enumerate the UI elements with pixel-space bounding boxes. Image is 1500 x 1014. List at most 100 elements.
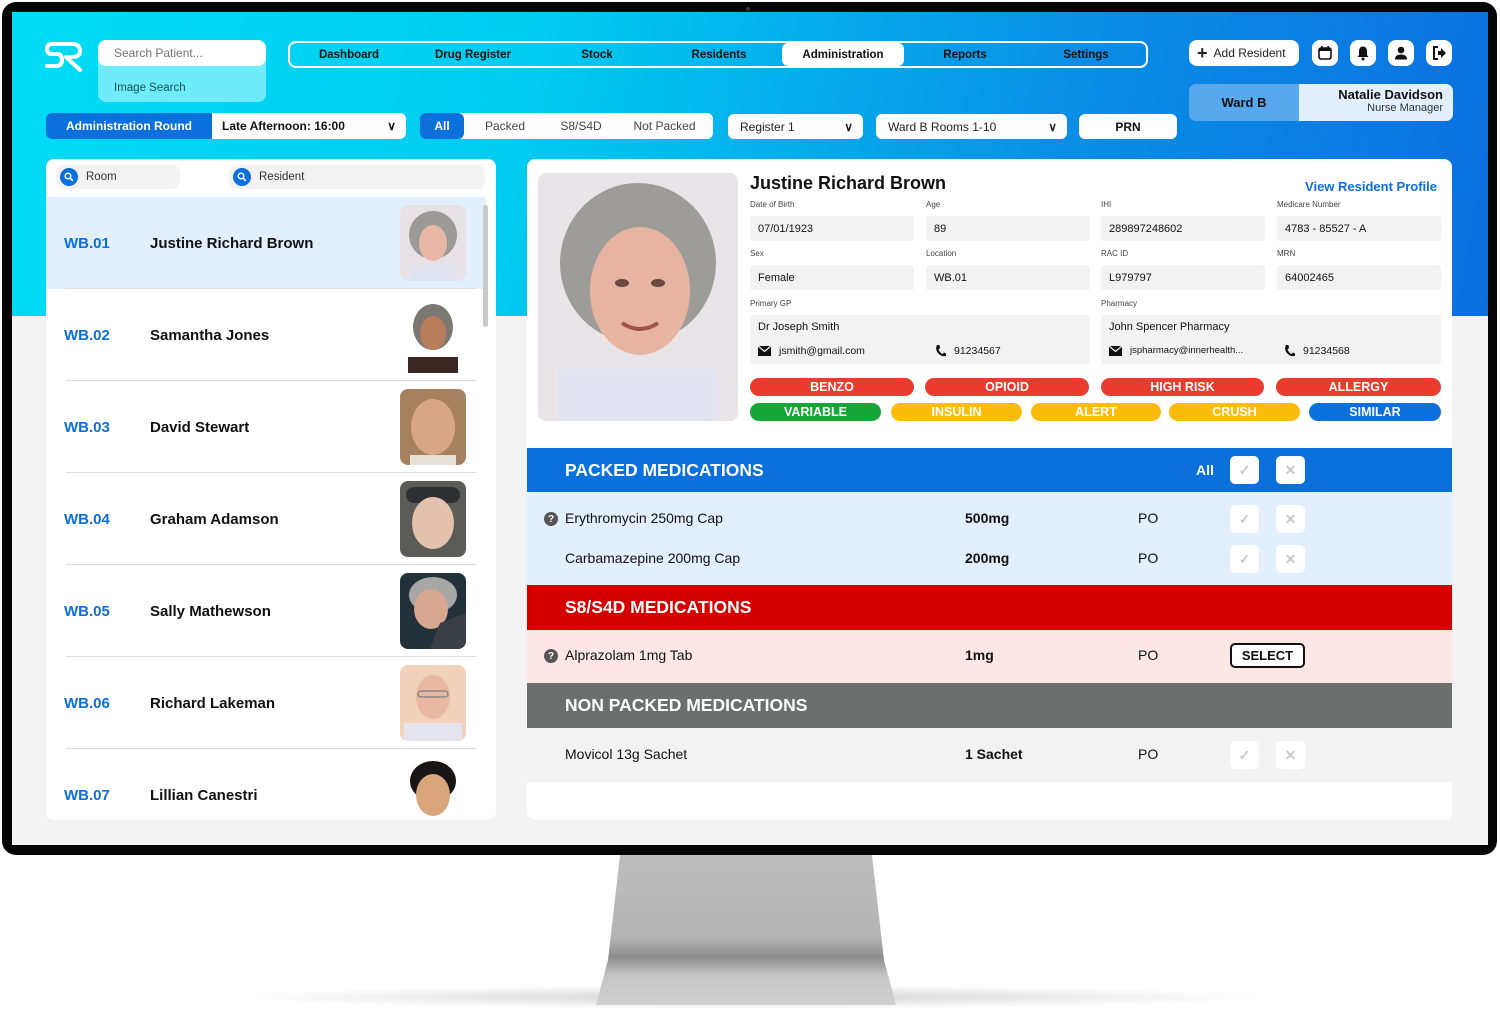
field-label: Sex <box>750 249 764 258</box>
chevron-down-icon: ∨ <box>387 119 396 133</box>
filter-s8-s4d[interactable]: S8/S4D <box>546 113 616 139</box>
filter-not-packed[interactable]: Not Packed <box>616 113 713 139</box>
resident-room: WB.07 <box>64 786 110 804</box>
check-icon: ✓ <box>1238 550 1251 567</box>
round-time-dropdown[interactable]: Late Afternoon: 16:00 ∨ <box>212 113 406 139</box>
nav-stock[interactable]: Stock <box>538 43 656 66</box>
resident-row[interactable]: WB.07 Lillian Canestri <box>46 749 486 820</box>
check-icon: ✓ <box>1238 510 1251 527</box>
resident-name: Lillian Canestri <box>150 786 258 804</box>
location-field: Location WB.01 <box>926 249 1090 290</box>
administration-round-select[interactable]: Administration Round Late Afternoon: 16:… <box>46 113 406 139</box>
resident-room: WB.03 <box>64 418 110 436</box>
medication-name: Movicol 13g Sachet <box>565 746 688 762</box>
nav-administration[interactable]: Administration <box>782 43 904 66</box>
phone-icon <box>936 345 946 357</box>
mrn-field: MRN 64002465 <box>1277 249 1441 290</box>
calendar-button[interactable] <box>1312 40 1338 66</box>
filter-packed[interactable]: Packed <box>464 113 546 139</box>
resident-detail-panel: Justine Richard Brown View Resident Prof… <box>527 159 1452 820</box>
resident-list-panel: Room Resident WB.01 Justine Richard Brow… <box>46 159 496 820</box>
ward-rooms-dropdown[interactable]: Ward B Rooms 1-10 ∨ <box>876 114 1067 139</box>
filter-all[interactable]: All <box>420 113 464 139</box>
tag-opioid: OPIOID <box>925 378 1089 396</box>
medication-dose: 1 Sachet <box>965 746 1023 762</box>
resident-row[interactable]: WB.06 Richard Lakeman <box>46 657 486 749</box>
select-button[interactable]: SELECT <box>1230 643 1305 668</box>
logout-icon <box>1433 46 1446 60</box>
resident-row[interactable]: WB.04 Graham Adamson <box>46 473 486 565</box>
nav-reports[interactable]: Reports <box>904 43 1026 66</box>
administer-button[interactable]: ✓ <box>1230 505 1259 533</box>
logout-button[interactable] <box>1426 40 1452 66</box>
monitor-stand <box>596 855 896 1005</box>
phone-icon <box>1285 345 1295 357</box>
prn-button[interactable]: PRN <box>1079 114 1177 139</box>
resident-name: Graham Adamson <box>150 510 279 528</box>
reject-all-button[interactable]: ✕ <box>1276 456 1305 484</box>
field-value: 4783 - 85527 - A <box>1277 216 1441 241</box>
webcam <box>746 7 750 11</box>
ward-label[interactable]: Ward B <box>1189 84 1299 121</box>
question-icon[interactable]: ? <box>544 649 558 663</box>
add-resident-button[interactable]: + Add Resident <box>1189 40 1299 66</box>
pharmacy-phone[interactable]: 91234568 <box>1284 345 1350 357</box>
resident-search-placeholder: Resident <box>259 171 305 183</box>
pharmacy-email[interactable]: jspharmacy@innerhealth... <box>1109 345 1243 356</box>
register-value: Register 1 <box>740 119 795 134</box>
medication-row: ? Alprazolam 1mg Tab 1mg PO SELECT <box>527 636 1452 676</box>
tag-high-risk: HIGH RISK <box>1101 378 1264 396</box>
add-resident-label: Add Resident <box>1213 46 1286 60</box>
gp-phone[interactable]: 91234567 <box>935 345 1001 357</box>
image-search-option[interactable]: Image Search <box>114 82 186 94</box>
user-icon <box>1395 46 1407 60</box>
resident-name: Richard Lakeman <box>150 694 276 712</box>
field-value: 89 <box>926 216 1090 241</box>
gp-email[interactable]: jsmith@gmail.com <box>758 345 865 357</box>
age-field: Age 89 <box>926 200 1090 241</box>
nav-residents[interactable]: Residents <box>656 43 782 66</box>
field-label: MRN <box>1277 249 1296 258</box>
medication-route: PO <box>1138 550 1159 566</box>
administer-button[interactable]: ✓ <box>1230 741 1259 769</box>
administer-button[interactable]: ✓ <box>1230 545 1259 573</box>
resident-row[interactable]: WB.05 Sally Mathewson <box>46 565 486 657</box>
profile-button[interactable] <box>1388 40 1414 66</box>
resident-row[interactable]: WB.01 Justine Richard Brown <box>46 197 486 289</box>
resident-list-scrollbar[interactable] <box>483 205 488 327</box>
select-all-label: All <box>1196 462 1214 478</box>
close-icon: ✕ <box>1284 746 1297 763</box>
resident-search-input[interactable]: Resident <box>229 165 485 189</box>
room-search-input[interactable]: Room <box>56 165 180 189</box>
register-dropdown[interactable]: Register 1 ∨ <box>728 114 863 139</box>
withhold-button[interactable]: ✕ <box>1276 505 1305 533</box>
packing-filter: All Packed S8/S4D Not Packed <box>420 113 713 139</box>
question-icon[interactable]: ? <box>544 512 558 526</box>
view-resident-profile-link[interactable]: View Resident Profile <box>1305 179 1437 194</box>
approve-all-button[interactable]: ✓ <box>1230 456 1259 484</box>
withhold-button[interactable]: ✕ <box>1276 741 1305 769</box>
close-icon: ✕ <box>1284 461 1297 478</box>
gp-name: Dr Joseph Smith <box>758 321 840 333</box>
user-name: Natalie Davidson <box>1338 87 1443 102</box>
ihi-field: IHI 289897248602 <box>1101 200 1265 241</box>
search-patient-input[interactable] <box>98 40 266 66</box>
email-icon <box>1109 345 1122 356</box>
resident-name-heading: Justine Richard Brown <box>750 173 947 193</box>
medication-row: ? Erythromycin 250mg Cap 500mg PO ✓ ✕ <box>527 499 1452 539</box>
resident-name: Sally Mathewson <box>150 602 271 620</box>
nav-drug-register[interactable]: Drug Register <box>408 43 538 66</box>
nav-settings[interactable]: Settings <box>1026 43 1146 66</box>
pharmacy-field: Pharmacy John Spencer Pharmacy jspharmac… <box>1101 299 1441 364</box>
notifications-button[interactable] <box>1350 40 1376 66</box>
nav-dashboard[interactable]: Dashboard <box>290 43 408 66</box>
app-logo <box>44 42 82 72</box>
field-label: Medicare Number <box>1277 200 1341 209</box>
resident-row[interactable]: WB.02 Samantha Jones <box>46 289 486 381</box>
medication-route: PO <box>1138 746 1159 762</box>
current-user: Natalie Davidson Nurse Manager <box>1299 84 1453 121</box>
resident-row[interactable]: WB.03 David Stewart <box>46 381 486 473</box>
resident-photo <box>400 481 466 557</box>
field-label: Date of Birth <box>750 200 795 209</box>
withhold-button[interactable]: ✕ <box>1276 545 1305 573</box>
